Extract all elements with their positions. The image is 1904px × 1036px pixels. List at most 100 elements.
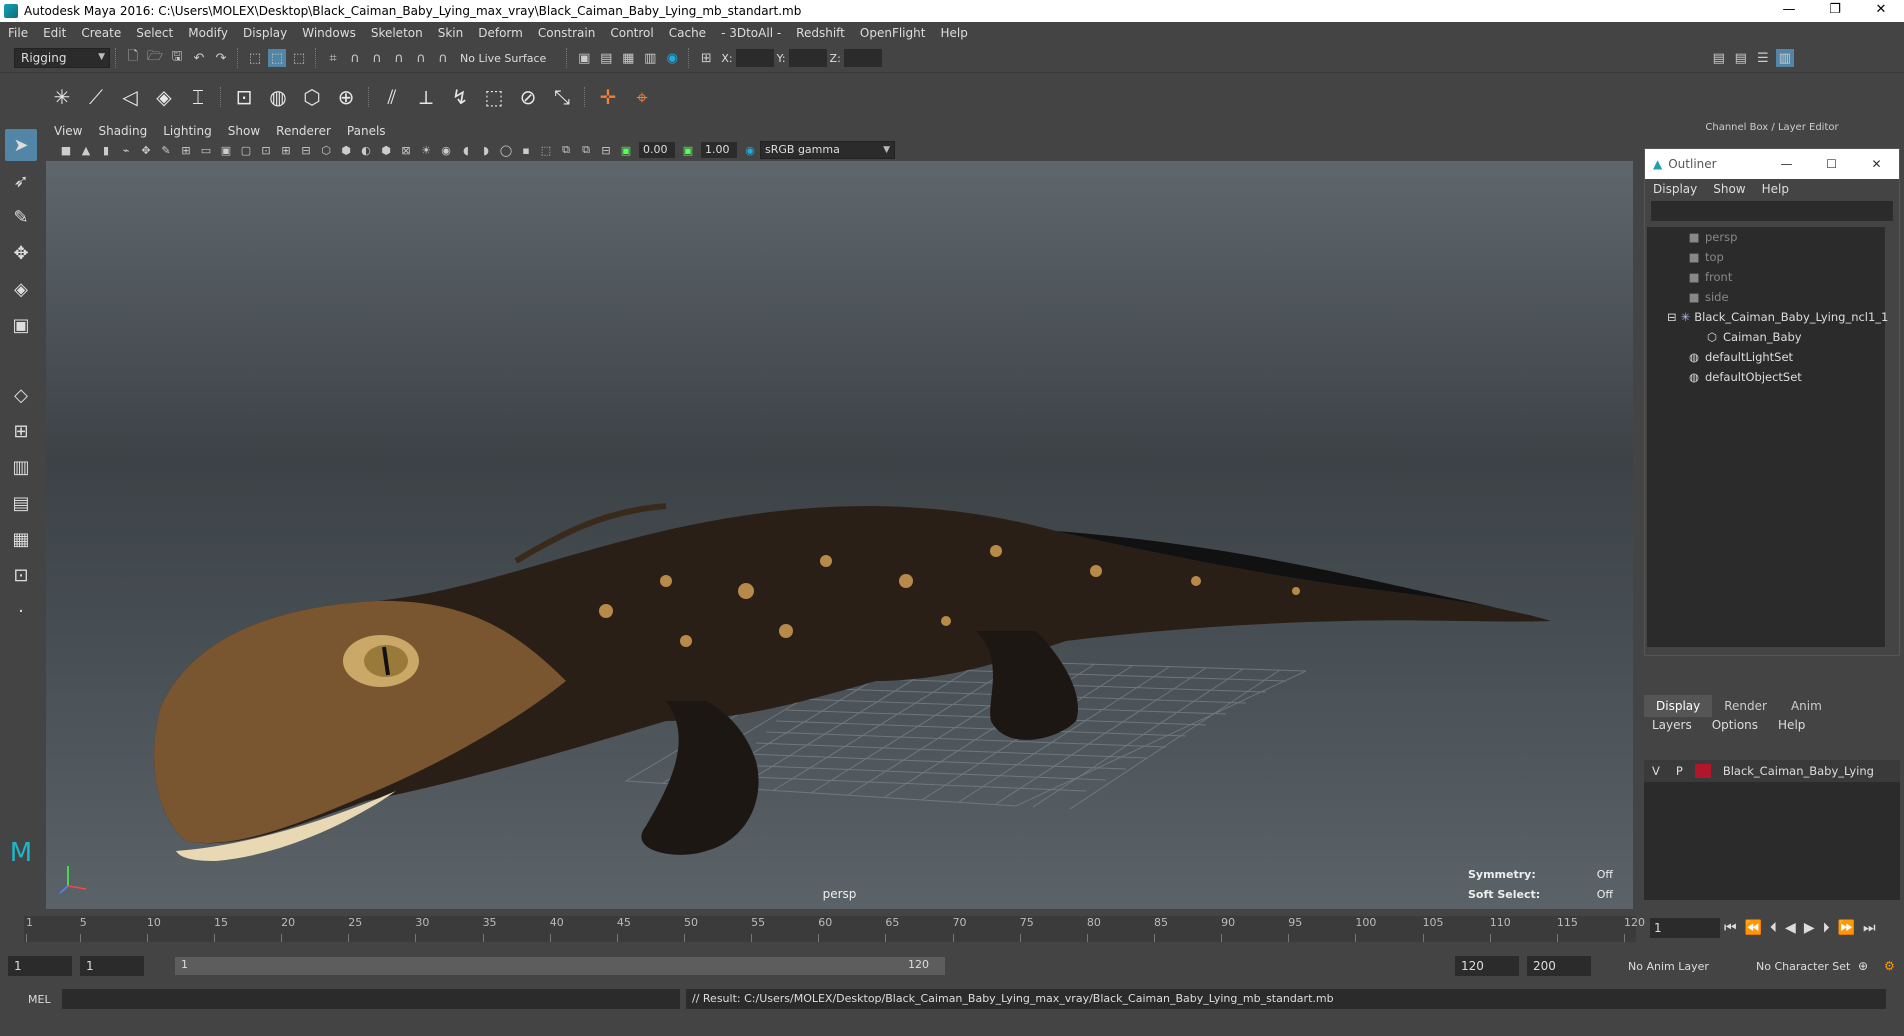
menu-openflight[interactable]: OpenFlight [860,26,926,40]
anim-end-field[interactable]: 200 [1527,956,1591,976]
layer-playback-toggle[interactable]: P [1668,764,1691,778]
menu-modify[interactable]: Modify [188,26,228,40]
channel-box-icon[interactable]: ▥ [1775,49,1794,67]
color-space-dropdown[interactable]: sRGB gamma [760,141,895,159]
camera-select-icon[interactable]: ■ [58,142,74,158]
menu-deform[interactable]: Deform [478,26,523,40]
command-input[interactable] [62,989,680,1009]
transform-mode-icon[interactable]: ⊞ [697,49,715,67]
detach-skin-icon[interactable]: ⬚ [480,83,508,111]
exposure-icon[interactable]: ▣ [618,142,634,158]
grease-pencil-icon[interactable]: ✎ [158,142,174,158]
tab-render[interactable]: Render [1712,695,1779,717]
close-button[interactable]: ✕ [1858,0,1904,22]
layout-outliner-icon[interactable]: ▤ [5,487,37,519]
select-object-icon[interactable]: ⬚ [268,49,286,67]
single-view-icon[interactable]: ◇ [5,379,37,411]
auto-key-icon[interactable]: ⊕ [1858,959,1868,973]
list-item[interactable]: ■ front [1647,267,1885,287]
render-frame-icon[interactable]: ▣ [575,49,593,67]
tab-anim[interactable]: Anim [1779,695,1834,717]
snap-surface-icon[interactable]: ∩ [412,49,430,67]
tool-settings-icon[interactable]: ☰ [1754,49,1772,67]
safe-action-icon[interactable]: ⊞ [278,142,294,158]
step-back-frame-icon[interactable]: ⏴ [1770,920,1777,936]
outliner-minimize-button[interactable]: — [1764,157,1809,171]
exposure-field[interactable]: 0.00 [639,142,675,158]
snap-point-icon[interactable]: ∩ [368,49,386,67]
new-scene-icon[interactable]: 🗋 [124,49,142,67]
list-item[interactable]: ■ top [1647,247,1885,267]
layer-menu-options[interactable]: Options [1712,718,1758,732]
interactive-bind-icon[interactable]: ↯ [446,83,474,111]
snap-grid-icon[interactable]: ⌗ [324,49,342,67]
default-material-icon[interactable]: ◐ [358,142,374,158]
ipr-render-icon[interactable]: ▦ [619,49,637,67]
menu-redshift[interactable]: Redshift [796,26,845,40]
z-field[interactable] [843,49,882,67]
tab-display[interactable]: Display [1644,695,1713,717]
menu-windows[interactable]: Windows [302,26,356,40]
preferences-icon[interactable]: ⚙ [1884,959,1895,973]
render-settings-icon[interactable]: ▥ [641,49,659,67]
menu-create[interactable]: Create [81,26,121,40]
joint-tool-icon[interactable]: ✳ [48,83,76,111]
layer-visibility-toggle[interactable]: V [1644,764,1668,778]
character-set-dropdown[interactable]: No Character Set [1756,960,1850,973]
anti-aliasing-icon[interactable]: ◯ [498,142,514,158]
layer-name[interactable]: Black_Caiman_Baby_Lying [1715,764,1882,778]
field-chart-icon[interactable]: ⊡ [258,142,274,158]
wireframe-icon[interactable]: ⬡ [318,142,334,158]
perspective-viewport[interactable]: Symmetry: Off Soft Select: Off persp [46,161,1633,909]
image-plane-icon[interactable]: ⌁ [118,142,134,158]
current-frame-field[interactable]: 1 [1650,918,1720,938]
cluster-icon[interactable]: ⊡ [230,83,258,111]
list-item[interactable]: ■ persp [1647,227,1885,247]
open-scene-icon[interactable]: 🗁 [146,49,164,67]
list-item[interactable]: ⊟ ✳ Black_Caiman_Baby_Lying_ncl1_1 [1647,307,1888,327]
safe-title-icon[interactable]: ⊟ [298,142,314,158]
rotate-tool-icon[interactable]: ◈ [5,273,37,305]
play-forward-icon[interactable]: ▶ [1804,920,1815,936]
render-view-icon[interactable]: ▤ [597,49,615,67]
vp-menu-view[interactable]: View [54,124,82,138]
time-ruler[interactable]: 1 5 10 15 20 25 30 35 40 45 50 55 60 65 70 75 80 85 90 95 10… [24,916,1645,942]
snap-curve-icon[interactable]: ∩ [346,49,364,67]
vp-menu-lighting[interactable]: Lighting [163,124,212,138]
y-field[interactable] [788,49,827,67]
menu-display[interactable]: Display [243,26,287,40]
textured-icon[interactable]: ⊠ [398,142,414,158]
snap-view-icon[interactable]: ∩ [390,49,408,67]
script-mode-label[interactable]: MEL [28,993,51,1006]
layout-graph-icon[interactable]: ▦ [5,523,37,555]
screen-space-ao-icon[interactable]: ◖ [458,142,474,158]
layer-menu-layers[interactable]: Layers [1652,718,1692,732]
menu-help[interactable]: Help [940,26,967,40]
go-to-start-icon[interactable]: ⏮ [1724,920,1737,936]
x-field[interactable] [735,49,774,67]
add-influence-icon[interactable]: ⊘ [514,83,542,111]
wrap-icon[interactable]: ⊕ [332,83,360,111]
orient-constraint-icon[interactable]: ⌖ [628,83,656,111]
anim-start-field[interactable]: 1 [80,956,144,976]
color-management-icon[interactable]: ◉ [742,142,758,158]
select-hierarchy-icon[interactable]: ⬚ [246,49,264,67]
step-back-key-icon[interactable]: ⏪ [1745,920,1762,936]
scale-tool-icon[interactable]: ▣ [5,309,37,341]
step-forward-frame-icon[interactable]: ⏵ [1823,920,1830,936]
start-time-field[interactable]: 1 [8,956,72,976]
motion-blur-icon[interactable]: ◗ [478,142,494,158]
outliner-menu-show[interactable]: Show [1713,182,1745,196]
anim-layer-dropdown[interactable]: No Anim Layer [1628,960,1709,973]
menuset-dropdown[interactable]: Rigging [14,48,110,68]
depth-of-field-icon[interactable]: ▪ [518,142,534,158]
lattice-icon[interactable]: ⬡ [298,83,326,111]
list-item[interactable]: ⬡ Caiman_Baby [1647,327,1885,347]
use-all-lights-icon[interactable]: ☀ [418,142,434,158]
select-tool-icon[interactable]: ➤ [5,129,37,161]
gamma-icon[interactable]: ▣ [680,142,696,158]
gate-mask-icon[interactable]: ▢ [238,142,254,158]
menu-constrain[interactable]: Constrain [538,26,596,40]
list-item[interactable]: ■ side [1647,287,1885,307]
play-backward-icon[interactable]: ◀ [1785,920,1796,936]
